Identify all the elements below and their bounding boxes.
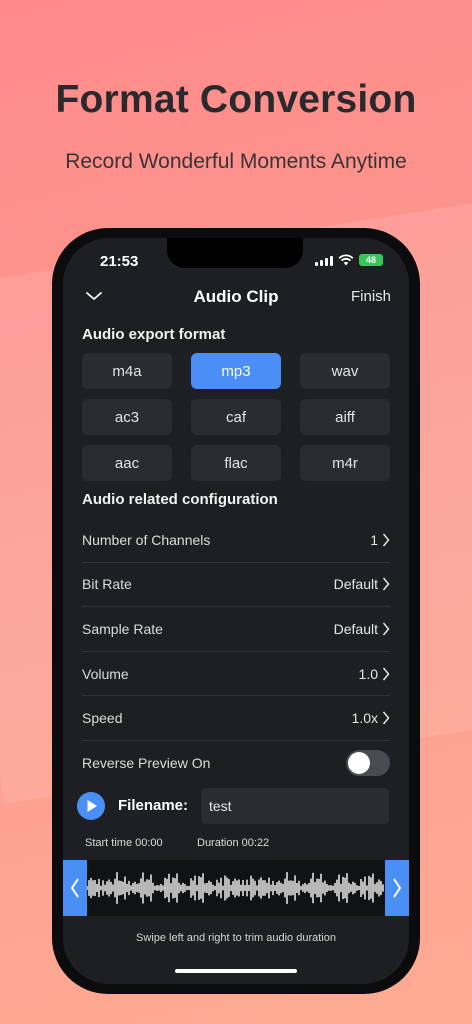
format-button-ac3[interactable]: ac3 xyxy=(82,399,172,435)
setting-label: Reverse Preview On xyxy=(82,755,211,772)
setting-label: Sample Rate xyxy=(82,620,163,637)
chevron-right-icon xyxy=(382,622,390,636)
chevron-right-icon xyxy=(382,577,390,591)
setting-label: Speed xyxy=(82,710,123,727)
waveform-bars xyxy=(87,872,384,904)
nav-bar: Audio Clip Finish xyxy=(63,282,409,312)
chevron-left-icon xyxy=(70,878,79,898)
toggle-knob xyxy=(348,752,370,775)
wifi-icon xyxy=(338,254,354,266)
setting-value: 1.0x xyxy=(351,710,378,727)
format-button-wav[interactable]: wav xyxy=(300,353,390,389)
duration: Duration 00:22 xyxy=(197,837,270,849)
setting-label: Bit Rate xyxy=(82,576,132,593)
audio-waveform xyxy=(87,872,384,904)
setting-value: Default xyxy=(333,576,378,593)
format-button-flac[interactable]: flac xyxy=(191,445,281,481)
chevron-right-icon xyxy=(382,667,390,681)
trim-handle-left[interactable] xyxy=(63,860,87,916)
play-icon[interactable] xyxy=(77,792,105,820)
format-button-mp3[interactable]: mp3 xyxy=(191,353,281,389)
setting-row-bit-rate[interactable]: Bit Rate Default xyxy=(82,563,390,608)
export-format-heading: Audio export format xyxy=(82,326,226,343)
cellular-signal-icon xyxy=(315,255,333,266)
settings-list: Number of Channels 1 Bit Rate Default Sa… xyxy=(82,518,390,786)
setting-value: 1 xyxy=(370,531,378,548)
reverse-preview-toggle[interactable] xyxy=(346,750,390,777)
chevron-right-icon xyxy=(382,533,390,547)
start-time: Start time 00:00 xyxy=(85,837,163,849)
status-icons: 48 xyxy=(315,254,383,266)
setting-label: Number of Channels xyxy=(82,531,211,548)
setting-value: 1.0 xyxy=(358,665,378,682)
format-button-aac[interactable]: aac xyxy=(82,445,172,481)
battery-icon: 48 xyxy=(359,254,383,266)
phone-screen: 21:53 48 Audio Clip Finish Audio export … xyxy=(63,238,409,984)
filename-row: Filename: xyxy=(77,788,391,824)
setting-row-volume[interactable]: Volume 1.0 xyxy=(82,652,390,697)
format-grid: m4a mp3 wav ac3 caf aiff aac flac m4r xyxy=(82,353,390,481)
setting-row-sample-rate[interactable]: Sample Rate Default xyxy=(82,607,390,652)
promo-title: Format Conversion xyxy=(55,78,417,121)
finish-button[interactable]: Finish xyxy=(351,288,391,305)
setting-row-channels[interactable]: Number of Channels 1 xyxy=(82,518,390,563)
notch xyxy=(167,238,303,268)
waveform-trimmer[interactable] xyxy=(63,860,409,916)
promo-subtitle: Record Wonderful Moments Anytime xyxy=(65,150,407,173)
setting-label: Volume xyxy=(82,665,129,682)
format-button-m4r[interactable]: m4r xyxy=(300,445,390,481)
filename-input[interactable] xyxy=(201,788,389,824)
format-button-aiff[interactable]: aiff xyxy=(300,399,390,435)
chevron-right-icon xyxy=(393,878,402,898)
setting-row-reverse-preview: Reverse Preview On xyxy=(82,741,390,786)
trim-hint: Swipe left and right to trim audio durat… xyxy=(136,932,336,944)
status-time: 21:53 xyxy=(100,253,139,270)
setting-value: Default xyxy=(333,620,378,637)
filename-label: Filename: xyxy=(118,797,189,814)
setting-row-speed[interactable]: Speed 1.0x xyxy=(82,696,390,741)
trim-handle-right[interactable] xyxy=(385,860,409,916)
chevron-right-icon xyxy=(382,711,390,725)
format-button-m4a[interactable]: m4a xyxy=(82,353,172,389)
format-button-caf[interactable]: caf xyxy=(191,399,281,435)
audio-config-heading: Audio related configuration xyxy=(82,491,278,508)
home-indicator xyxy=(175,969,297,973)
